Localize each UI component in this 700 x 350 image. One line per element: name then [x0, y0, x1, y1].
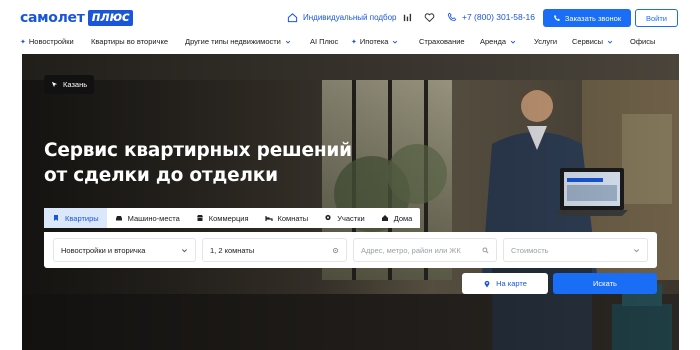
- deal-type-value: Новостройки и вторичка: [61, 245, 146, 255]
- phone-icon: [447, 12, 457, 22]
- header: самолет плюс Индивидуальный подбор +7 (8…: [0, 0, 700, 34]
- map-pin-icon: [484, 280, 490, 287]
- logo-plus: плюс: [87, 9, 134, 26]
- address-input[interactable]: Адрес, метро, район или ЖК: [353, 238, 497, 262]
- sparkle-icon: ✦: [351, 38, 357, 46]
- tab-label: Машино-места: [127, 213, 180, 223]
- tab-parking[interactable]: Машино-места: [107, 208, 188, 228]
- nav-item-label: Офисы: [630, 37, 656, 46]
- individual-selection-link[interactable]: Индивидуальный подбор: [287, 12, 397, 23]
- price-placeholder: Стоимость: [511, 245, 549, 255]
- car-icon: [115, 216, 122, 221]
- hero-banner: Казань Сервис квартирных решений от сдел…: [22, 54, 679, 350]
- nav-item-ai-plus[interactable]: AI Плюс: [310, 36, 338, 47]
- city-name: Казань: [63, 80, 88, 89]
- store-icon: [196, 215, 203, 221]
- nav-item-label: Аренда: [480, 37, 507, 46]
- order-call-label: Заказать звонок: [564, 13, 622, 23]
- house-icon: [287, 13, 298, 23]
- nav-item-secondary-apartments[interactable]: Квартиры во вторичке: [91, 36, 168, 47]
- headline-line-2: от сделки до отделки: [44, 165, 278, 186]
- nav-item-label: Ипотека: [359, 37, 389, 46]
- nav-item-label: Услуги: [534, 37, 558, 46]
- search-icon: [482, 247, 489, 254]
- nav-item-offices[interactable]: Офисы: [630, 36, 655, 47]
- chevron-down-icon: [285, 40, 291, 44]
- pin-icon: [325, 214, 331, 221]
- chevron-down-icon: [181, 249, 188, 253]
- chevron-down-icon: [510, 40, 516, 44]
- tab-plots[interactable]: Участки: [316, 208, 373, 228]
- tab-label: Квартиры: [65, 213, 99, 223]
- headline-line-1: Сервис квартирных решений: [44, 140, 352, 161]
- nav-item-label: Квартиры во вторичке: [91, 37, 169, 46]
- sparkle-icon: ✦: [20, 38, 26, 46]
- nav-item-services[interactable]: Услуги: [534, 36, 557, 47]
- heart-icon[interactable]: [424, 12, 435, 23]
- bookmark-icon: [54, 215, 58, 221]
- bed-icon: [264, 216, 273, 221]
- nav-item-label: Сервисы: [572, 37, 604, 46]
- phone-link[interactable]: +7 (800) 301-58-16: [447, 12, 535, 22]
- tab-apartments[interactable]: Квартиры: [44, 208, 107, 228]
- individual-selection-label: Индивидуальный подбор: [303, 13, 397, 22]
- main-nav: ✦ Новостройки Квартиры во вторичке Други…: [0, 34, 700, 50]
- order-call-button[interactable]: Заказать звонок: [543, 9, 631, 27]
- nav-item-rent[interactable]: Аренда: [480, 36, 516, 47]
- tab-commercial[interactable]: Коммерция: [188, 208, 257, 228]
- tab-rooms[interactable]: Комнаты: [257, 208, 317, 228]
- show-on-map-button[interactable]: На карте: [462, 273, 548, 294]
- search-button[interactable]: Искать: [553, 273, 657, 294]
- address-placeholder: Адрес, метро, район или ЖК: [361, 245, 461, 255]
- price-select[interactable]: Стоимость: [503, 238, 648, 262]
- nav-item-label: AI Плюс: [310, 37, 339, 46]
- tab-label: Участки: [337, 213, 365, 223]
- location-arrow-icon: [51, 81, 58, 88]
- tab-label: Комнаты: [277, 213, 309, 223]
- chevron-down-icon: [393, 40, 398, 44]
- rooms-value: 1, 2 комнаты: [210, 245, 255, 255]
- phone-icon: [553, 15, 560, 21]
- house-icon: [381, 215, 388, 221]
- nav-item-tools[interactable]: Сервисы: [572, 36, 613, 47]
- map-button-label: На карте: [496, 279, 527, 288]
- search-panel: Новостройки и вторичка 1, 2 комнаты Адре…: [44, 232, 657, 268]
- nav-item-insurance[interactable]: Страхование: [419, 36, 465, 47]
- city-selector[interactable]: Казань: [44, 75, 95, 94]
- nav-item-label: Новостройки: [28, 37, 74, 46]
- gear-icon: [332, 247, 339, 254]
- nav-item-label: Страхование: [419, 37, 465, 46]
- tab-label: Дома: [393, 213, 413, 223]
- nav-item-label: Другие типы недвижимости: [185, 37, 281, 46]
- hero-photo: [22, 54, 679, 350]
- logo-text: самолет: [20, 9, 85, 26]
- compare-icon[interactable]: [402, 12, 413, 23]
- deal-type-select[interactable]: Новостройки и вторичка: [53, 238, 196, 262]
- nav-item-new-buildings[interactable]: ✦ Новостройки: [20, 36, 74, 47]
- nav-item-mortgage[interactable]: ✦ Ипотека: [351, 36, 398, 47]
- tab-houses[interactable]: Дома: [373, 208, 421, 228]
- tab-label: Коммерция: [208, 213, 249, 223]
- rooms-select[interactable]: 1, 2 комнаты: [202, 238, 347, 262]
- nav-item-other-property[interactable]: Другие типы недвижимости: [185, 36, 291, 47]
- hero-headline: Сервис квартирных решений от сделки до о…: [44, 138, 352, 188]
- property-type-tabs: Квартиры Машино-места Коммерция Комнаты …: [44, 208, 421, 228]
- logo[interactable]: самолет плюс: [20, 9, 134, 26]
- chevron-down-icon: [607, 40, 613, 44]
- phone-number: +7 (800) 301-58-16: [462, 12, 536, 22]
- login-button[interactable]: Войти: [635, 9, 678, 27]
- chevron-down-icon: [633, 249, 640, 253]
